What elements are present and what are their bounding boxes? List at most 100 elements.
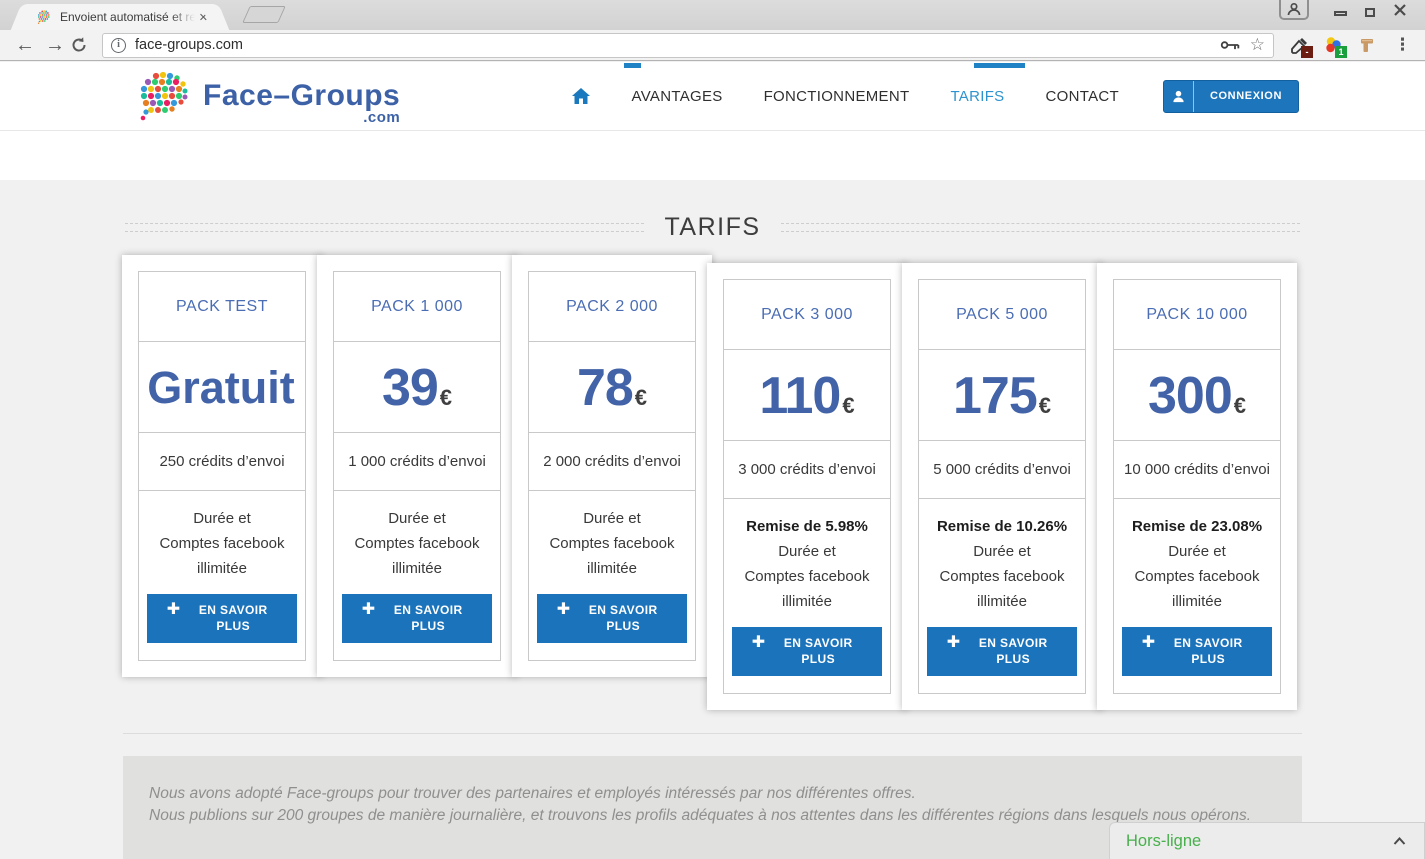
minimize-button[interactable] — [1325, 0, 1355, 20]
pack-name: PACK 2 000 — [529, 272, 695, 342]
pack-credits: 1 000 crédits d’envoi — [334, 433, 500, 491]
dashed-line-right — [781, 223, 1300, 232]
chrome-menu-icon[interactable]: ⋮ — [1394, 35, 1411, 55]
pricing-card-pack-2000: PACK 2 000 78€ 2 000 crédits d’envoi Dur… — [512, 255, 712, 677]
profile-icon — [1286, 2, 1302, 16]
pack-discount: Remise de 23.08% — [1121, 514, 1273, 539]
pack-price: 39€ — [334, 342, 500, 433]
bookmark-star-icon[interactable]: ☆ — [1250, 35, 1265, 55]
browser-tab[interactable]: Envoient automatisé et re ✕ — [26, 4, 214, 30]
site-header: Face–Groups .com AVANTAGES FONCTIONNEMEN… — [0, 62, 1425, 131]
user-icon — [1164, 81, 1194, 112]
page-content: Face–Groups .com AVANTAGES FONCTIONNEMEN… — [0, 62, 1425, 859]
pack-features: Remise de 5.98% Durée et Comptes faceboo… — [724, 499, 890, 693]
chat-widget[interactable]: Hors-ligne — [1109, 822, 1425, 859]
tarifs-section-header: TARIFS — [125, 213, 1300, 242]
profile-button[interactable] — [1279, 0, 1309, 20]
url-text[interactable]: face-groups.com — [135, 37, 1220, 53]
learn-more-button[interactable]: ✚EN SAVOIR PLUS — [342, 594, 492, 643]
eyedropper-extension-icon[interactable]: - — [1288, 34, 1310, 56]
testimonial-line-1: Nous avons adopté Face-groups pour trouv… — [149, 783, 1272, 805]
pack-features: Durée et Comptes facebook illimitée ✚EN … — [139, 491, 305, 660]
section-title: TARIFS — [664, 213, 760, 242]
pack-price: Gratuit — [139, 342, 305, 433]
back-button[interactable]: ← — [10, 34, 40, 57]
address-bar[interactable]: i face-groups.com ☆ — [102, 33, 1274, 58]
site-logo[interactable]: Face–Groups .com — [133, 68, 400, 124]
palette-badge: 1 — [1335, 46, 1347, 58]
browser-titlebar: Envoient automatisé et re ✕ — [0, 0, 1425, 30]
pack-price: 110€ — [724, 350, 890, 441]
section-divider — [123, 733, 1302, 734]
tab-close-icon[interactable]: ✕ — [199, 11, 208, 24]
browser-window: { "browser": { "tab_title": "Envoient au… — [0, 0, 1425, 859]
eyedropper-badge: - — [1301, 46, 1313, 58]
pack-discount: Remise de 10.26% — [926, 514, 1078, 539]
learn-more-button[interactable]: ✚EN SAVOIR PLUS — [537, 594, 687, 643]
reload-button[interactable] — [70, 36, 98, 54]
pack-discount: Remise de 5.98% — [731, 514, 883, 539]
dashed-line-left — [125, 223, 644, 232]
page-info-icon[interactable]: i — [111, 38, 126, 53]
pack-credits: 250 crédits d’envoi — [139, 433, 305, 491]
euro-sign: € — [842, 393, 854, 418]
nav-avantages[interactable]: AVANTAGES — [632, 88, 723, 105]
header-spacer — [0, 131, 1425, 180]
learn-more-button[interactable]: ✚EN SAVOIR PLUS — [1122, 627, 1272, 676]
pack-features: Remise de 10.26% Durée et Comptes facebo… — [919, 499, 1085, 693]
tarifs-active-indicator — [974, 63, 1025, 68]
pricing-card-pack-10000: PACK 10 000 300€ 10 000 crédits d’envoi … — [1097, 263, 1297, 710]
site-favicon-icon — [36, 9, 53, 25]
learn-more-button[interactable]: ✚EN SAVOIR PLUS — [147, 594, 297, 643]
pack-features: Durée et Comptes facebook illimitée ✚EN … — [334, 491, 500, 660]
brand-bubble-icon — [133, 68, 195, 124]
nav-tarifs[interactable]: TARIFS — [950, 88, 1004, 105]
tab-title: Envoient automatisé et re — [60, 10, 195, 24]
pricing-card-pack-test: PACK TEST Gratuit 250 crédits d’envoi Du… — [122, 255, 322, 677]
home-icon — [571, 87, 591, 105]
chat-status: Hors-ligne — [1126, 832, 1393, 851]
euro-sign: € — [635, 385, 647, 410]
nav-fonctionnement[interactable]: FONCTIONNEMENT — [764, 88, 910, 105]
chevron-up-icon[interactable] — [1393, 837, 1406, 845]
pack-price: 300€ — [1114, 350, 1280, 441]
home-active-indicator — [624, 63, 641, 68]
restore-button[interactable] — [1355, 0, 1385, 20]
nav-contact[interactable]: CONTACT — [1045, 88, 1118, 105]
plus-icon: ✚ — [557, 602, 570, 618]
close-button[interactable] — [1385, 0, 1415, 20]
brand-name: Face–Groups .com — [203, 79, 400, 113]
pack-name: PACK 1 000 — [334, 272, 500, 342]
pack-credits: 10 000 crédits d’envoi — [1114, 441, 1280, 499]
pack-credits: 5 000 crédits d’envoi — [919, 441, 1085, 499]
color-palette-extension-icon[interactable]: 1 — [1322, 34, 1344, 56]
pack-name: PACK 10 000 — [1114, 280, 1280, 350]
pack-price: 78€ — [529, 342, 695, 433]
restore-icon — [1365, 8, 1375, 17]
plus-icon: ✚ — [1142, 635, 1155, 651]
password-key-icon[interactable] — [1220, 39, 1240, 51]
pack-credits: 2 000 crédits d’envoi — [529, 433, 695, 491]
connexion-button[interactable]: CONNEXION — [1163, 80, 1299, 113]
close-icon — [1393, 3, 1407, 17]
plus-icon: ✚ — [752, 635, 765, 651]
testimonial-line-2: Nous publions sur 200 groupes de manière… — [149, 805, 1272, 827]
forward-button[interactable]: → — [40, 34, 70, 57]
learn-more-button[interactable]: ✚EN SAVOIR PLUS — [927, 627, 1077, 676]
pricing-card-pack-5000: PACK 5 000 175€ 5 000 crédits d’envoi Re… — [902, 263, 1102, 710]
reload-icon — [70, 36, 88, 54]
pack-price: 175€ — [919, 350, 1085, 441]
euro-sign: € — [1234, 393, 1246, 418]
connexion-label: CONNEXION — [1194, 81, 1298, 112]
pack-features: Remise de 23.08% Durée et Comptes facebo… — [1114, 499, 1280, 693]
new-tab-button[interactable] — [242, 6, 286, 23]
pack-features: Durée et Comptes facebook illimitée ✚EN … — [529, 491, 695, 660]
pack-name: PACK TEST — [139, 272, 305, 342]
plus-icon: ✚ — [362, 602, 375, 618]
pricing-card-pack-1000: PACK 1 000 39€ 1 000 crédits d’envoi Dur… — [317, 255, 517, 677]
pipe-extension-icon[interactable] — [1356, 34, 1378, 56]
nav-home[interactable] — [571, 87, 591, 105]
euro-sign: € — [440, 385, 452, 410]
learn-more-button[interactable]: ✚EN SAVOIR PLUS — [732, 627, 882, 676]
pack-credits: 3 000 crédits d’envoi — [724, 441, 890, 499]
